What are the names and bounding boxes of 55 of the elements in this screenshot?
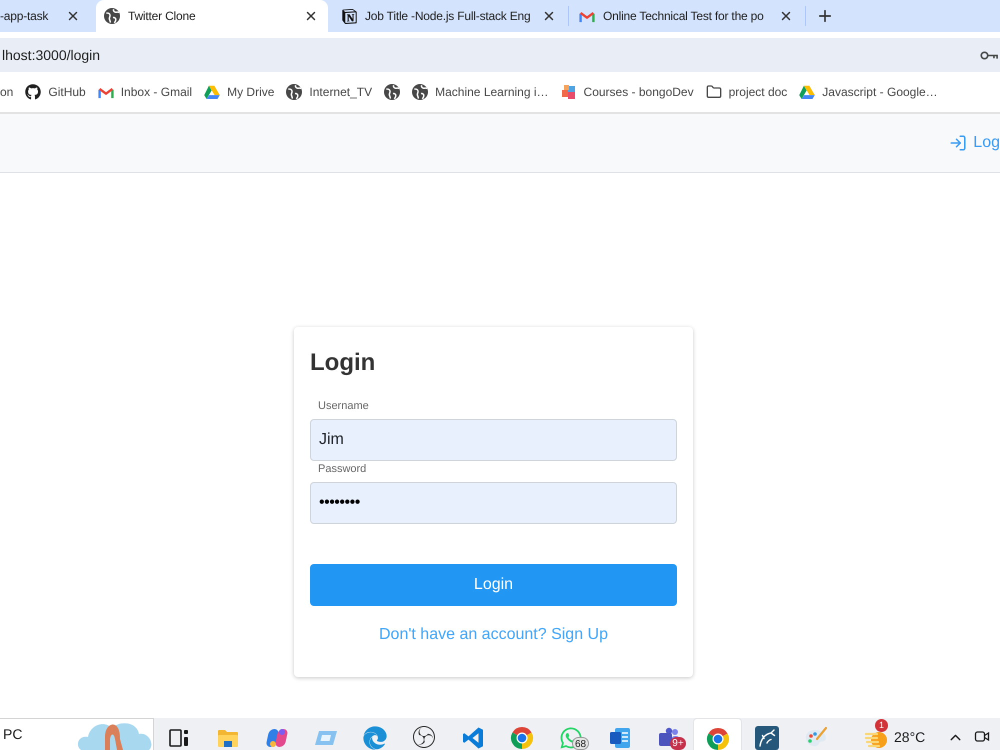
wave-icon (362, 726, 386, 750)
count-badge: 68 (572, 737, 590, 750)
key-icon[interactable] (980, 50, 998, 60)
bookmark-item[interactable] (384, 84, 400, 100)
weather-button[interactable]: 1 28°C (864, 718, 926, 750)
search-text: PC (3, 725, 22, 744)
aperture-icon (412, 726, 434, 748)
notification-count: 1 (875, 719, 888, 732)
address-bar[interactable]: lhost:3000/login (0, 38, 1000, 72)
document-icon (608, 726, 632, 750)
browser-tab[interactable]: Online Technical Test for the po (571, 0, 803, 32)
bookmark-item[interactable]: Courses - bongoDev (560, 83, 694, 101)
browser-tab[interactable]: Job Title -Node.js Full-stack Eng (334, 0, 566, 32)
m-envelope-icon (579, 10, 595, 22)
bookmark-item[interactable]: GitHub (25, 83, 86, 101)
password-field[interactable]: •••••••• (310, 482, 677, 524)
cat-silhouette-icon (25, 84, 42, 100)
browser-tab[interactable]: Twitter Clone (96, 0, 328, 32)
browser-tab[interactable]: -app-task (0, 0, 90, 32)
m-envelope-icon (98, 86, 114, 98)
bookmark-item[interactable]: on (0, 83, 14, 101)
close-icon[interactable] (66, 9, 80, 23)
bookmark-item[interactable]: project doc (706, 83, 788, 101)
color-wheel-icon (706, 727, 730, 750)
bookmark-item[interactable]: Internet_TV (286, 83, 372, 101)
search-field[interactable]: PC (0, 718, 154, 750)
bookmark-item[interactable]: My Drive (204, 83, 274, 101)
bookmark-item[interactable]: Javascript - Google… (799, 83, 938, 101)
taskbar-button[interactable]: 68 (546, 718, 595, 750)
close-icon[interactable] (542, 9, 556, 23)
bookmark-item[interactable]: Inbox - Gmail (98, 83, 192, 101)
folder-icon (706, 84, 722, 100)
triangle-logo-icon (799, 85, 816, 99)
field-label: Password (318, 462, 366, 476)
form-title: Login (310, 348, 376, 378)
globe-icon (286, 84, 302, 100)
globe-icon (104, 8, 120, 24)
close-icon[interactable] (779, 9, 793, 23)
bookmark-item[interactable]: Machine Learning i… (412, 83, 549, 101)
colored-petals-icon (264, 726, 288, 750)
arrow-into-bracket-icon (949, 134, 968, 152)
color-wheel-icon (510, 726, 534, 750)
curve-tile-icon (754, 726, 778, 750)
plus-icon[interactable] (816, 7, 834, 25)
colored-blocks-icon (560, 84, 577, 100)
ribbon-icon (460, 726, 484, 750)
field-label: Username (318, 399, 369, 413)
taskbar-button[interactable]: 9+ (644, 718, 693, 750)
text-field[interactable]: Jim (310, 419, 677, 461)
task-view-icon (166, 726, 190, 750)
close-icon[interactable] (304, 9, 318, 23)
globe-icon (384, 84, 400, 100)
triangle-logo-icon (204, 85, 220, 99)
globe-icon (412, 84, 428, 100)
count-badge: 9+ (670, 737, 686, 750)
